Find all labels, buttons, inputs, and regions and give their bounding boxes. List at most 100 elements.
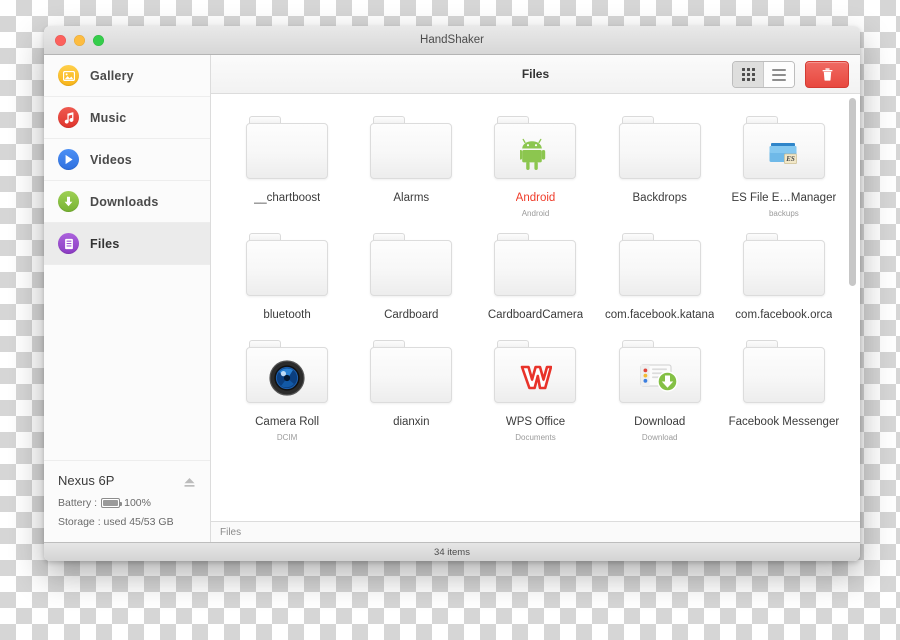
toolbar: Files bbox=[211, 55, 860, 94]
sidebar-item-label: Videos bbox=[90, 152, 132, 167]
file-name: dianxin bbox=[393, 416, 430, 428]
view-mode-switch bbox=[732, 61, 795, 88]
trash-icon[interactable] bbox=[805, 61, 849, 88]
main-area: Files __chartboost Alarms Android Androi… bbox=[211, 55, 860, 542]
storage-row: Storage : used 45/53 GB bbox=[58, 516, 196, 528]
plain-folder-icon bbox=[370, 340, 453, 406]
file-grid: __chartboost Alarms Android Android Back… bbox=[211, 94, 860, 443]
music-icon bbox=[58, 107, 79, 128]
plain-folder-icon bbox=[618, 116, 701, 182]
file-item[interactable]: Download Download bbox=[598, 340, 722, 443]
camera-roll-folder-icon bbox=[246, 340, 329, 406]
sidebar-item-music[interactable]: Music bbox=[44, 97, 210, 139]
svg-text:ES: ES bbox=[785, 155, 795, 163]
file-item[interactable]: WPS Office Documents bbox=[473, 340, 597, 443]
file-name: com.facebook.katana bbox=[605, 309, 715, 321]
device-info-panel: Nexus 6P Battery : 100% Storage : used 4… bbox=[44, 461, 210, 542]
plain-folder-icon bbox=[742, 233, 825, 299]
file-name: Facebook Messenger bbox=[728, 416, 840, 428]
plain-folder-icon bbox=[494, 233, 577, 299]
file-name: bluetooth bbox=[263, 309, 311, 321]
vertical-scrollbar[interactable] bbox=[848, 98, 857, 517]
grid-view-icon[interactable] bbox=[733, 62, 763, 87]
sidebar: Gallery Music Videos Downloads Files Nex… bbox=[44, 55, 211, 542]
es-file-explorer-folder-icon: ES bbox=[742, 116, 825, 182]
plain-folder-icon bbox=[370, 116, 453, 182]
file-item[interactable]: com.facebook.katana bbox=[598, 233, 722, 326]
file-name: Backdrops bbox=[632, 192, 687, 204]
wps-logo-icon bbox=[494, 350, 576, 406]
plain-folder-icon bbox=[246, 233, 329, 299]
sidebar-item-videos[interactable]: Videos bbox=[44, 139, 210, 181]
file-item[interactable]: Alarms bbox=[349, 116, 473, 219]
file-name: __chartboost bbox=[253, 192, 321, 204]
file-subtitle: DCIM bbox=[276, 433, 298, 442]
file-name: Alarms bbox=[393, 192, 430, 204]
file-name: ES File E…Manager bbox=[731, 192, 837, 204]
file-name: CardboardCamera bbox=[487, 309, 584, 321]
file-item[interactable]: com.facebook.orca bbox=[722, 233, 846, 326]
file-name: Download bbox=[634, 416, 686, 428]
battery-row: Battery : 100% bbox=[58, 497, 196, 509]
file-item[interactable]: Cardboard bbox=[349, 233, 473, 326]
gallery-icon bbox=[58, 65, 79, 86]
scrollbar-thumb[interactable] bbox=[849, 98, 856, 286]
file-grid-area: __chartboost Alarms Android Android Back… bbox=[211, 94, 860, 521]
android-robot-icon bbox=[494, 126, 576, 182]
file-name: Android bbox=[515, 192, 556, 204]
window-title: HandShaker bbox=[420, 34, 484, 46]
breadcrumb: Files bbox=[211, 521, 860, 542]
download-badge-icon bbox=[619, 350, 701, 406]
plain-folder-icon bbox=[742, 340, 825, 406]
file-name: WPS Office bbox=[505, 416, 566, 428]
file-name: Cardboard bbox=[384, 309, 439, 321]
status-bar: 34 items bbox=[44, 542, 860, 561]
camera-lens-icon bbox=[246, 350, 328, 406]
sidebar-item-gallery[interactable]: Gallery bbox=[44, 55, 210, 97]
sidebar-item-downloads[interactable]: Downloads bbox=[44, 181, 210, 223]
sidebar-nav: Gallery Music Videos Downloads Files bbox=[44, 55, 210, 265]
downloads-icon bbox=[58, 191, 79, 212]
download-folder-icon bbox=[618, 340, 701, 406]
sidebar-empty-space bbox=[44, 265, 210, 461]
plain-folder-icon bbox=[246, 116, 329, 182]
wps-office-folder-icon bbox=[494, 340, 577, 406]
sidebar-item-label: Gallery bbox=[90, 68, 134, 83]
handshaker-window: HandShaker Gallery Music Videos Download… bbox=[44, 26, 860, 561]
file-item[interactable]: CardboardCamera bbox=[473, 233, 597, 326]
file-name: Camera Roll bbox=[255, 416, 320, 428]
file-item[interactable]: bluetooth bbox=[225, 233, 349, 326]
storage-text: Storage : used 45/53 GB bbox=[58, 516, 174, 528]
file-item[interactable]: Camera Roll DCIM bbox=[225, 340, 349, 443]
eject-icon[interactable] bbox=[183, 475, 196, 487]
sidebar-item-label: Files bbox=[90, 236, 120, 251]
plain-folder-icon bbox=[618, 233, 701, 299]
file-item[interactable]: __chartboost bbox=[225, 116, 349, 219]
files-icon bbox=[58, 233, 79, 254]
es-blue-folder-icon: ES bbox=[743, 126, 825, 182]
window-titlebar: HandShaker bbox=[44, 26, 860, 55]
file-subtitle: backups bbox=[768, 209, 799, 218]
sidebar-item-label: Downloads bbox=[90, 194, 159, 209]
file-item[interactable]: Facebook Messenger bbox=[722, 340, 846, 443]
battery-icon bbox=[101, 498, 123, 508]
android-folder-icon bbox=[494, 116, 577, 182]
file-subtitle: Android bbox=[521, 209, 550, 218]
file-subtitle: Documents bbox=[515, 433, 556, 442]
battery-label: Battery : bbox=[58, 497, 98, 509]
file-item[interactable]: dianxin bbox=[349, 340, 473, 443]
file-name: com.facebook.orca bbox=[735, 309, 833, 321]
device-name: Nexus 6P bbox=[58, 473, 115, 488]
plain-folder-icon bbox=[370, 233, 453, 299]
file-subtitle: Download bbox=[641, 433, 678, 442]
file-item[interactable]: Android Android bbox=[473, 116, 597, 219]
item-count: 34 items bbox=[434, 546, 470, 558]
battery-value: 100% bbox=[124, 497, 151, 509]
breadcrumb-item[interactable]: Files bbox=[220, 527, 241, 538]
list-view-icon[interactable] bbox=[763, 62, 794, 87]
file-item[interactable]: Backdrops bbox=[598, 116, 722, 219]
videos-icon bbox=[58, 149, 79, 170]
file-item[interactable]: ES ES File E…Manager backups bbox=[722, 116, 846, 219]
sidebar-item-label: Music bbox=[90, 110, 127, 125]
sidebar-item-files[interactable]: Files bbox=[44, 223, 210, 265]
